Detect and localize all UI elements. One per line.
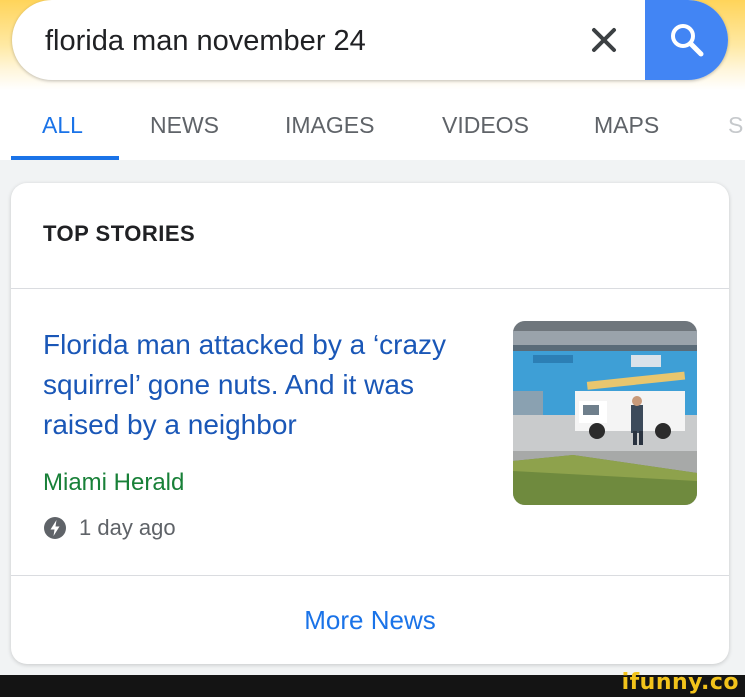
tab-all[interactable]: ALL [42,112,83,139]
top-stories-heading: TOP STORIES [43,221,196,246]
tab-images[interactable]: IMAGES [285,112,374,139]
active-tab-indicator [11,156,119,160]
story-time: 1 day ago [79,515,176,540]
close-icon [592,28,616,52]
news-thumbnail-photo[interactable] [513,321,697,505]
news-story[interactable]: Florida man attacked by a ‘crazy squirre… [11,289,729,575]
search-input[interactable] [45,22,565,60]
tab-news[interactable]: NEWS [150,112,219,139]
tab-more-partial[interactable]: S [728,112,743,139]
top-stories-card: TOP STORIES Florida man attacked by a ‘c… [11,183,729,664]
tab-videos[interactable]: VIDEOS [442,112,529,139]
search-button[interactable] [645,0,728,80]
more-news-link[interactable]: More News [11,576,729,664]
header: ALL NEWS IMAGES VIDEOS MAPS S [0,0,745,160]
story-meta: 1 day ago [43,515,176,541]
search-tabs: ALL NEWS IMAGES VIDEOS MAPS S [0,100,745,160]
clear-search-button[interactable] [582,18,626,62]
magnifier-icon [670,24,703,57]
story-source: Miami Herald [43,469,185,496]
watermark-bar: ifunny.co [0,670,745,697]
amp-bolt-icon [44,517,66,539]
story-title-link[interactable]: Florida man attacked by a ‘crazy squirre… [43,325,493,445]
thumbnail-image [513,321,697,505]
tab-maps[interactable]: MAPS [594,112,659,139]
ifunny-watermark: ifunny.co [621,670,739,695]
search-bar [12,0,728,80]
